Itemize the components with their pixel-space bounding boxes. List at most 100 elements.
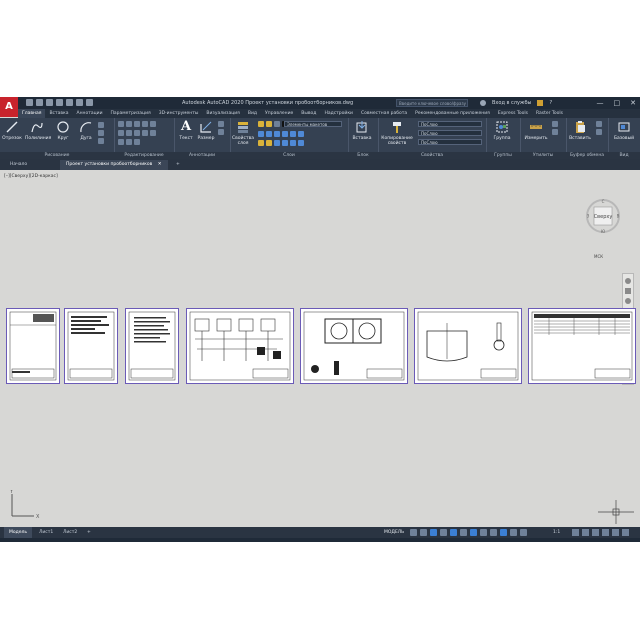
- viewcube-south[interactable]: Ю: [601, 229, 606, 234]
- arc-button[interactable]: Дуга: [76, 120, 96, 141]
- polyline-button[interactable]: Полилиния: [25, 120, 51, 141]
- plus-icon[interactable]: [582, 529, 589, 536]
- cut-icon[interactable]: [596, 129, 602, 135]
- mirror-icon[interactable]: [118, 130, 124, 136]
- object-snap-icon[interactable]: [450, 529, 457, 536]
- dimension-button[interactable]: Размер: [196, 120, 216, 141]
- redo-icon[interactable]: [86, 99, 93, 106]
- ellipse-icon[interactable]: [98, 138, 104, 144]
- modify-group-title[interactable]: Редактирование: [114, 152, 174, 159]
- selection-cycling-icon[interactable]: [500, 529, 507, 536]
- grid-icon[interactable]: [410, 529, 417, 536]
- lock-icon[interactable]: [274, 121, 280, 127]
- gear-icon[interactable]: [572, 529, 579, 536]
- tab-collaborate[interactable]: Совместная работа: [357, 109, 411, 118]
- copy-clip-icon[interactable]: [596, 121, 602, 127]
- layer-delete-icon[interactable]: [290, 140, 296, 146]
- drawing-sheet[interactable]: [414, 308, 522, 384]
- tab-insert[interactable]: Вставка: [45, 109, 72, 118]
- viewcube-face[interactable]: Сверху: [594, 214, 613, 220]
- layer-walk-icon[interactable]: [274, 140, 280, 146]
- viewcube-north[interactable]: С: [602, 199, 605, 204]
- customization-menu-icon[interactable]: [622, 529, 629, 536]
- linetype-dropdown[interactable]: ПоСлою: [418, 130, 482, 136]
- rectangle-icon[interactable]: [98, 122, 104, 128]
- minimize-button[interactable]: —: [597, 97, 604, 109]
- open-file-icon[interactable]: [36, 99, 43, 106]
- tab-view[interactable]: Вид: [244, 109, 261, 118]
- move-icon[interactable]: [118, 121, 124, 127]
- layer-isolate-icon[interactable]: [258, 131, 264, 137]
- tab-raster-tools[interactable]: Raster Tools: [532, 109, 567, 118]
- layers-group-title[interactable]: Слои: [230, 152, 348, 159]
- draw-group-title[interactable]: Рисование: [0, 152, 114, 159]
- close-button[interactable]: ✕: [630, 97, 636, 109]
- paste-button[interactable]: Вставить: [568, 120, 592, 141]
- tab-annotate[interactable]: Аннотации: [73, 109, 107, 118]
- quick-access-toolbar[interactable]: [26, 99, 93, 107]
- drawing-sheet[interactable]: [300, 308, 408, 384]
- polar-icon[interactable]: [440, 529, 447, 536]
- tab-layout1[interactable]: Лист1: [34, 527, 58, 538]
- new-tab-button[interactable]: +: [170, 160, 186, 170]
- tab-output[interactable]: Вывод: [297, 109, 320, 118]
- autoscale-icon[interactable]: [520, 529, 527, 536]
- hatch-icon[interactable]: [98, 130, 104, 136]
- tab-model[interactable]: Модель: [4, 527, 33, 538]
- isolate-objects-icon[interactable]: [592, 529, 599, 536]
- group-button[interactable]: Группа: [492, 120, 512, 141]
- drawing-sheet[interactable]: [125, 308, 179, 384]
- color-dropdown[interactable]: ПоСлою: [418, 121, 482, 127]
- plot-icon[interactable]: [66, 99, 73, 106]
- add-layout-button[interactable]: +: [82, 527, 96, 538]
- tab-start[interactable]: Начало: [4, 160, 33, 170]
- new-file-icon[interactable]: [26, 99, 33, 106]
- pan-icon[interactable]: [625, 288, 631, 294]
- circle-button[interactable]: Круг: [53, 120, 73, 141]
- viewcube-west[interactable]: З: [587, 214, 590, 219]
- view-group-title[interactable]: Вид: [608, 152, 640, 159]
- array-icon[interactable]: [118, 139, 124, 145]
- model-space-toggle[interactable]: МОДЕЛЬ: [384, 527, 404, 538]
- save-icon[interactable]: [46, 99, 53, 106]
- zoom-icon[interactable]: [625, 298, 631, 304]
- quick-calc-icon[interactable]: [552, 129, 558, 135]
- drawing-sheet[interactable]: [186, 308, 294, 384]
- layer-thaw-icon[interactable]: [266, 140, 272, 146]
- tab-visualize[interactable]: Визуализация: [202, 109, 243, 118]
- annotation-visibility-icon[interactable]: [510, 529, 517, 536]
- layer-previous-icon[interactable]: [298, 140, 304, 146]
- scale-icon[interactable]: [150, 130, 156, 136]
- match-properties-button[interactable]: Копирование свойств: [380, 120, 414, 146]
- viewport-controls[interactable]: [–][Сверху][2D-каркас]: [4, 174, 58, 179]
- insert-button[interactable]: Вставка: [352, 120, 372, 141]
- clean-screen-icon[interactable]: [612, 529, 619, 536]
- annotation-scale[interactable]: 1:1: [553, 527, 560, 538]
- stretch-icon[interactable]: [142, 130, 148, 136]
- viewcube[interactable]: Сверху С Ю З В: [585, 198, 621, 234]
- ortho-icon[interactable]: [430, 529, 437, 536]
- tab-parametric[interactable]: Параметризация: [107, 109, 155, 118]
- isodraft-icon[interactable]: [460, 529, 467, 536]
- text-button[interactable]: A Текст: [176, 120, 196, 142]
- user-icon[interactable]: [480, 100, 486, 106]
- drawing-viewport[interactable]: [–][Сверху][2D-каркас] Сверху С Ю З В МС…: [0, 170, 640, 527]
- lineweight-dropdown[interactable]: ПоСлою: [418, 139, 482, 145]
- layer-freeze-icon[interactable]: [266, 131, 272, 137]
- sun-icon[interactable]: [266, 121, 272, 127]
- line-button[interactable]: Отрезок: [2, 120, 22, 141]
- select-all-icon[interactable]: [552, 121, 558, 127]
- app-menu-button[interactable]: A: [0, 97, 18, 117]
- chamfer-icon[interactable]: [134, 139, 140, 145]
- copy-icon[interactable]: [150, 121, 156, 127]
- base-view-button[interactable]: Базовый: [612, 120, 636, 141]
- tab-addins[interactable]: Надстройки: [320, 109, 357, 118]
- layer-off-icon[interactable]: [274, 131, 280, 137]
- transparency-icon[interactable]: [490, 529, 497, 536]
- sign-in-link[interactable]: Вход в службы: [492, 97, 531, 109]
- annotation-group-title[interactable]: Аннотации: [174, 152, 230, 159]
- lineweight-icon[interactable]: [480, 529, 487, 536]
- tab-layout2[interactable]: Лист2: [58, 527, 82, 538]
- erase-icon[interactable]: [142, 121, 148, 127]
- window-controls[interactable]: — □ ✕: [597, 97, 637, 109]
